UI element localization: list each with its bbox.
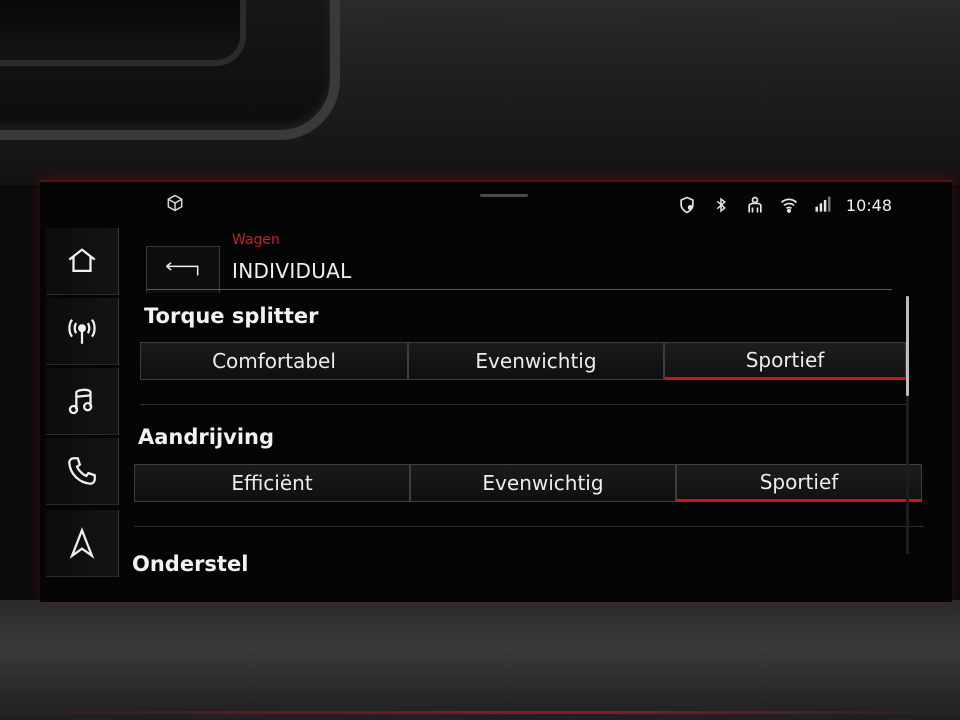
location-shield-icon (676, 194, 698, 216)
cube-icon (164, 193, 186, 215)
nav-home[interactable] (46, 228, 119, 295)
status-bar: 10:48 (40, 182, 952, 228)
air-vent (0, 0, 340, 140)
segmented-control-torque-splitter: Comfortabel Evenwichtig Sportief (140, 342, 906, 380)
nav-navigation[interactable] (46, 510, 119, 577)
wifi-icon (778, 194, 800, 216)
person-icon (744, 194, 766, 216)
lte-icon (812, 194, 834, 216)
phone-icon (68, 457, 96, 485)
infotainment-screen: 10:48 Wagen INDIVIDUAL Torque splitter C… (40, 180, 952, 602)
segmented-control-aandrijving: Efficiënt Evenwichtig Sportief (134, 464, 922, 502)
back-button[interactable] (146, 246, 220, 293)
nav-radio[interactable] (46, 298, 119, 365)
scrollbar-thumb[interactable] (906, 296, 909, 396)
back-arrow-icon (166, 262, 199, 276)
music-icon (68, 388, 93, 415)
dashboard-top (0, 0, 960, 185)
nav-phone[interactable] (46, 438, 119, 505)
option-comfortabel[interactable]: Comfortabel (140, 342, 408, 380)
breadcrumb[interactable]: Wagen (232, 232, 280, 248)
option-efficient[interactable]: Efficiënt (134, 464, 410, 502)
status-icons: 10:48 (676, 192, 892, 218)
option-sportief[interactable]: Sportief (664, 342, 906, 380)
option-sportief-2[interactable]: Sportief (676, 464, 922, 502)
header-divider (146, 289, 892, 290)
option-evenwichtig-2[interactable]: Evenwichtig (410, 464, 676, 502)
section-title-aandrijving: Aandrijving (138, 425, 275, 449)
home-icon (68, 248, 96, 273)
clock: 10:48 (845, 195, 892, 215)
section-title-torque-splitter: Torque splitter (144, 304, 319, 328)
radio-icon (68, 318, 96, 344)
navigation-icon (69, 527, 95, 559)
bluetooth-icon (710, 194, 732, 216)
page-title: INDIVIDUAL (232, 259, 352, 283)
section-title-onderstel[interactable]: Onderstel (132, 552, 248, 576)
option-evenwichtig[interactable]: Evenwichtig (408, 342, 664, 380)
nav-media[interactable] (46, 368, 119, 435)
main-nav (40, 228, 119, 580)
dashboard-bottom (0, 600, 960, 720)
